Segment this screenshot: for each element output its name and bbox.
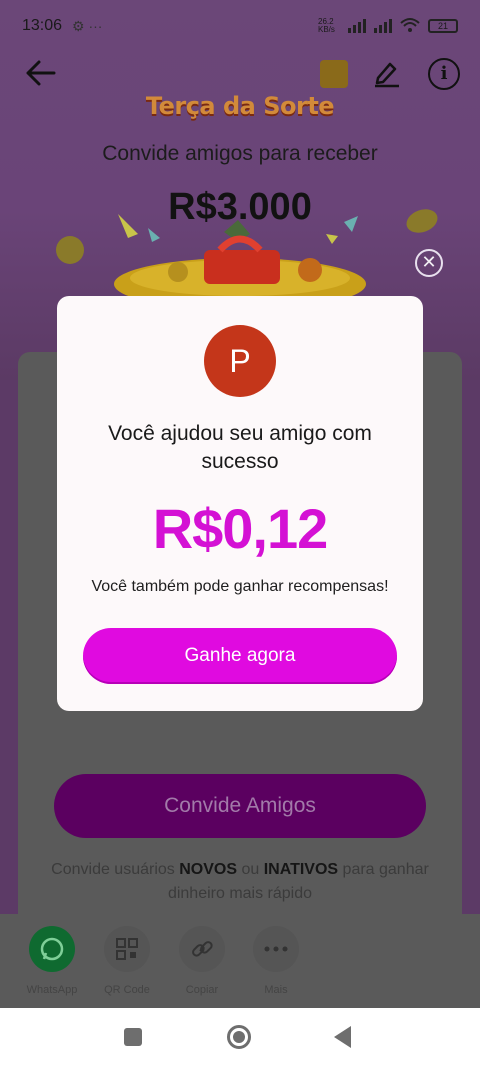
close-icon[interactable]: ✕ <box>415 249 443 277</box>
more-icon <box>253 926 299 972</box>
caption-bold-new: NOVOS <box>179 861 238 878</box>
caption-text: ou <box>237 861 264 878</box>
network-speed: 26.2 KB/s <box>318 17 335 34</box>
dialog-title: Você ajudou seu amigo com sucesso <box>108 422 372 473</box>
battery-icon: 21 <box>428 19 458 33</box>
status-indicators: ⚙ ··· <box>72 17 103 34</box>
wifi-icon <box>400 17 420 36</box>
treasure-illustration <box>108 214 372 310</box>
earn-now-button[interactable]: Ganhe agora <box>83 628 397 684</box>
share-label: Copiar <box>185 984 219 996</box>
invite-caption: Convide usuários NOVOS ou INATIVOS para … <box>40 858 440 906</box>
invite-friends-button[interactable]: Convide Amigos <box>54 774 426 838</box>
promo-logo: Terça da Sorte <box>145 92 335 120</box>
info-icon[interactable]: i <box>428 58 460 90</box>
share-label: Mais <box>264 984 288 996</box>
prize-icon[interactable] <box>320 60 348 88</box>
coin-icon <box>56 236 84 264</box>
success-dialog: P Você ajudou seu amigo com sucesso R$0,… <box>57 296 423 711</box>
back-icon[interactable] <box>334 1026 351 1048</box>
system-nav-bar <box>0 1008 480 1066</box>
recent-apps-icon[interactable] <box>124 1028 142 1046</box>
signal-icon <box>348 19 366 33</box>
share-qr-code[interactable]: QR Code <box>92 926 162 996</box>
dialog-subtitle: Você também pode ganhar recompensas! <box>91 578 389 595</box>
toolbar: i <box>0 52 480 96</box>
qr-code-icon <box>104 926 150 972</box>
whatsapp-icon <box>29 926 75 972</box>
caption-bold-inactive: INATIVOS <box>263 861 339 878</box>
status-time: 13:06 <box>22 17 63 34</box>
avatar: P <box>204 325 276 397</box>
share-whatsapp[interactable]: WhatsApp <box>17 926 87 996</box>
edit-icon[interactable] <box>372 58 402 88</box>
link-icon <box>179 926 225 972</box>
home-icon[interactable] <box>227 1025 251 1049</box>
share-bar: WhatsApp QR Code Copiar Mais <box>0 914 480 1008</box>
signal-icon-2 <box>374 19 392 33</box>
status-right: 26.2 KB/s 21 <box>318 17 458 36</box>
status-bar: 13:06 ⚙ ··· 26.2 KB/s 21 <box>0 0 480 52</box>
dialog-amount: R$0,12 <box>152 497 329 560</box>
share-label: QR Code <box>104 984 150 996</box>
back-arrow-icon[interactable] <box>24 58 58 88</box>
invite-headline: Convide amigos para receber <box>102 142 378 165</box>
share-label: WhatsApp <box>26 984 78 996</box>
share-more[interactable]: Mais <box>241 926 311 996</box>
share-copy-link[interactable]: Copiar <box>167 926 237 996</box>
caption-text: Convide usuários <box>51 861 180 878</box>
